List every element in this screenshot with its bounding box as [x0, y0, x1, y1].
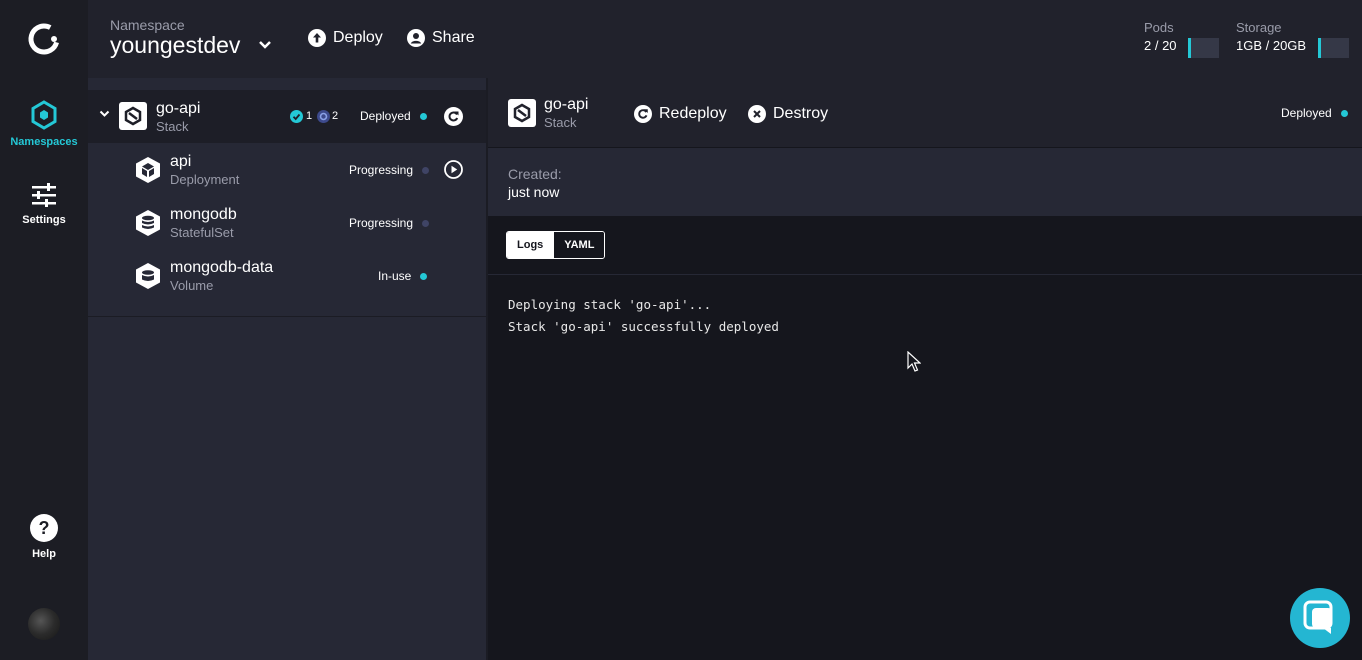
- item-type: Deployment: [170, 172, 240, 187]
- redeploy-icon[interactable]: [444, 107, 463, 126]
- storage-quota: Storage 1GB / 20GB: [1236, 20, 1349, 58]
- pods-value: 2 / 20: [1144, 38, 1177, 53]
- database-icon: [136, 210, 160, 236]
- pods-label: Pods: [1144, 20, 1174, 35]
- deploy-button[interactable]: Deploy: [308, 29, 383, 47]
- check-circle-icon: [290, 110, 303, 123]
- item-type: StatefulSet: [170, 225, 234, 240]
- progress-count: 2: [332, 110, 339, 122]
- divider: [88, 316, 487, 317]
- nav-namespaces[interactable]: Namespaces: [0, 100, 88, 148]
- item-name: mongodb: [170, 206, 237, 223]
- chevron-down-icon[interactable]: [258, 40, 272, 50]
- storage-progress-fill: [1317, 37, 1321, 58]
- stack-icon: [119, 102, 147, 130]
- sliders-icon: [32, 183, 56, 207]
- created-info: Created: just now: [488, 148, 1362, 216]
- item-name: api: [170, 153, 192, 170]
- redeploy-label: Redeploy: [659, 105, 727, 122]
- detail-header: go-api Stack Redeploy Destroy Deployed: [488, 78, 1362, 147]
- status-dot: [420, 272, 428, 280]
- cube-icon: [136, 157, 160, 183]
- storage-progress-bar: [1317, 37, 1349, 58]
- storage-label: Storage: [1236, 20, 1282, 35]
- tab-yaml[interactable]: YAML: [553, 232, 605, 258]
- namespace-label: Namespace: [110, 17, 185, 33]
- item-status: In-use: [378, 269, 428, 283]
- mouse-cursor-icon: [907, 351, 921, 372]
- created-value: just now: [508, 184, 560, 200]
- namespace-selector[interactable]: youngestdev: [110, 32, 240, 59]
- detail-name: go-api: [544, 96, 589, 113]
- list-item[interactable]: mongodb-data Volume In-use: [88, 249, 487, 302]
- stack-hex-icon: [513, 103, 531, 123]
- item-status: Progressing: [349, 163, 430, 177]
- tab-logs[interactable]: Logs: [507, 232, 554, 258]
- share-label: Share: [432, 29, 475, 46]
- ready-count: 1: [306, 110, 313, 122]
- detail-status: Deployed: [1281, 106, 1348, 120]
- status-dot: [422, 166, 430, 174]
- close-circle-icon: [748, 105, 766, 123]
- list-item[interactable]: mongodb StatefulSet Progressing: [88, 196, 487, 249]
- chat-icon: [1303, 600, 1333, 634]
- item-status-label: Progressing: [349, 216, 414, 230]
- item-name: mongodb-data: [170, 259, 274, 276]
- redeploy-button[interactable]: Redeploy: [634, 105, 727, 123]
- item-status: Progressing: [349, 216, 430, 230]
- resource-list-panel: go-api Stack 1 2 Deployed api Deployment…: [88, 78, 487, 660]
- item-status-label: Progressing: [349, 163, 414, 177]
- item-status-label: In-use: [378, 269, 412, 283]
- pods-progress-fill: [1188, 37, 1192, 58]
- tabs-bar: Logs YAML: [488, 216, 1362, 275]
- play-icon[interactable]: [444, 160, 463, 179]
- progress-circle-icon: [317, 110, 330, 123]
- stack-status-label: Deployed: [360, 109, 411, 123]
- storage-value: 1GB / 20GB: [1236, 38, 1307, 53]
- item-type: Volume: [170, 278, 214, 293]
- share-button[interactable]: Share: [407, 29, 475, 47]
- stack-icon: [508, 99, 536, 127]
- stack-row[interactable]: go-api Stack 1 2 Deployed: [88, 90, 487, 143]
- pods-progress-bar: [1188, 37, 1220, 58]
- help-icon: ?: [30, 514, 58, 542]
- log-output: Deploying stack 'go-api'... Stack 'go-ap…: [508, 294, 779, 338]
- upload-icon: [308, 29, 326, 47]
- namespaces-icon: [31, 100, 57, 130]
- destroy-label: Destroy: [773, 105, 829, 122]
- stack-name: go-api: [156, 100, 201, 117]
- volume-icon: [136, 263, 160, 289]
- stack-status: Deployed: [360, 109, 427, 123]
- top-bar: Namespace youngestdev Deploy Share Pods …: [88, 0, 1362, 78]
- nav-settings-label: Settings: [22, 214, 66, 226]
- deploy-label: Deploy: [333, 29, 383, 46]
- pods-quota: Pods 2 / 20: [1144, 20, 1220, 58]
- chevron-down-icon[interactable]: [99, 110, 110, 118]
- list-item[interactable]: api Deployment Progressing: [88, 143, 487, 196]
- status-dot: [422, 219, 430, 227]
- nav-help-label: Help: [32, 548, 56, 560]
- stack-type: Stack: [156, 119, 189, 134]
- left-nav: Namespaces Settings ? Help: [0, 0, 88, 660]
- avatar[interactable]: [28, 608, 60, 640]
- view-tabs: Logs YAML: [506, 231, 606, 259]
- log-line: Stack 'go-api' successfully deployed: [508, 319, 779, 334]
- detail-status-label: Deployed: [1281, 106, 1332, 120]
- detail-type: Stack: [544, 115, 577, 130]
- destroy-button[interactable]: Destroy: [748, 105, 828, 123]
- created-label: Created:: [508, 166, 562, 182]
- status-dot: [419, 112, 427, 120]
- user-icon: [407, 29, 425, 47]
- log-line: Deploying stack 'go-api'...: [508, 297, 712, 312]
- stack-hex-icon: [124, 106, 142, 126]
- chat-button[interactable]: [1290, 588, 1350, 648]
- redeploy-icon: [634, 105, 652, 123]
- okteto-logo-icon[interactable]: [27, 22, 61, 56]
- nav-help[interactable]: ? Help: [0, 514, 88, 560]
- status-dot: [1340, 109, 1348, 117]
- nav-settings[interactable]: Settings: [0, 182, 88, 226]
- nav-namespaces-label: Namespaces: [10, 136, 78, 148]
